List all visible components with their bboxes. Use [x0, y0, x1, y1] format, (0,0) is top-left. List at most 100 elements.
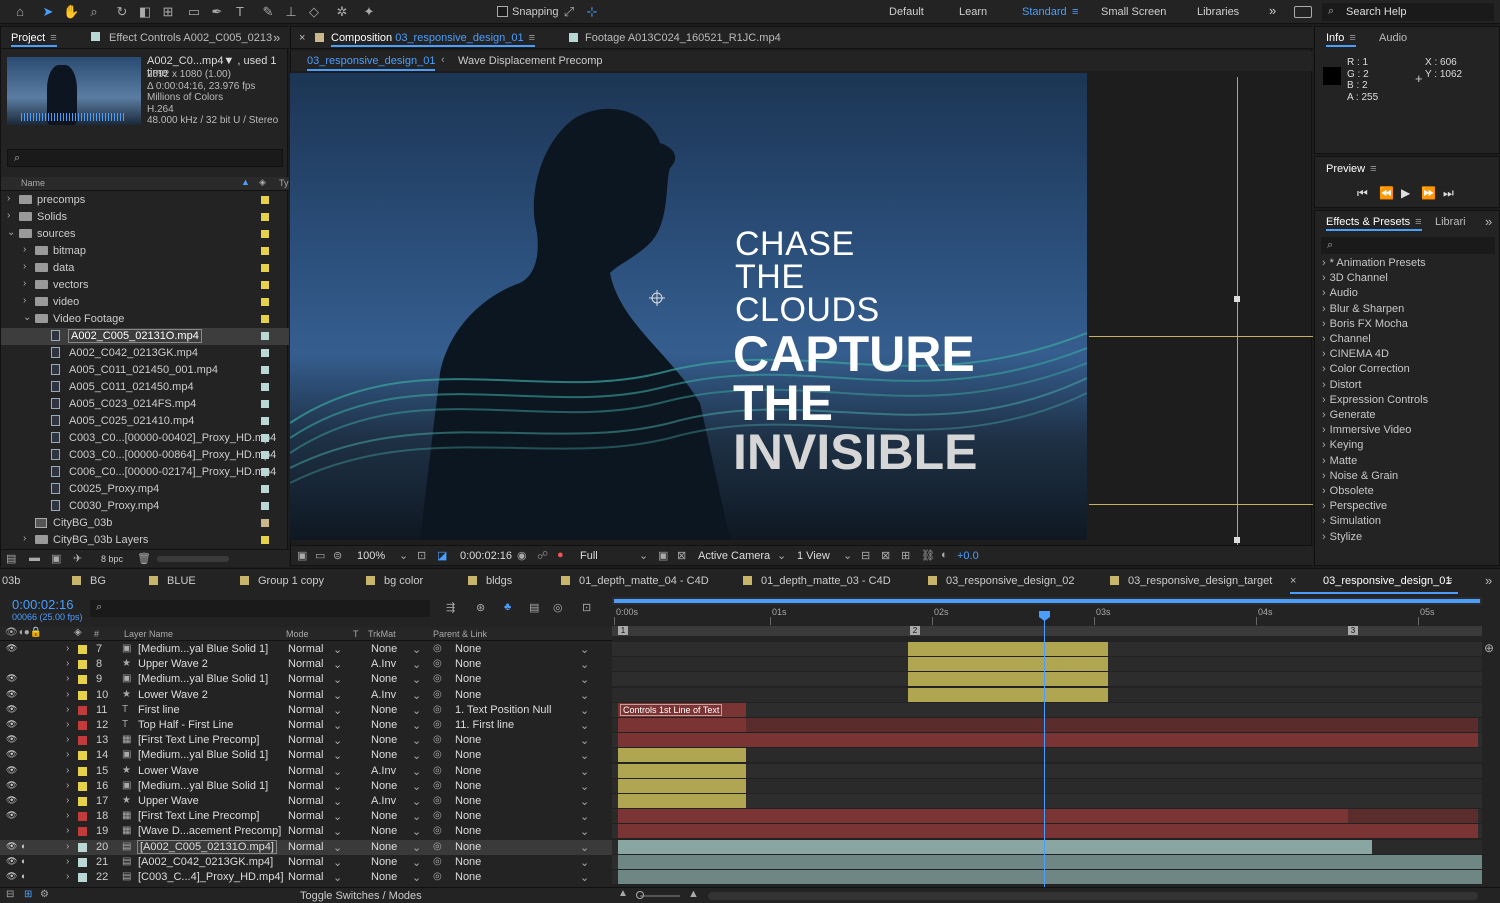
visibility-eye-icon[interactable]: 👁 — [6, 780, 17, 791]
workspace-menu-icon[interactable]: ≡ — [1072, 6, 1078, 18]
layer-duration-bar[interactable] — [908, 687, 1108, 702]
chevron-down-icon[interactable]: ⌄ — [580, 689, 589, 702]
chevron-down-icon[interactable]: ⌄ — [333, 780, 342, 793]
panel-menu-icon[interactable]: ≡ — [1446, 575, 1452, 587]
panel-overflow-icon[interactable]: » — [1485, 214, 1492, 229]
label-color-swatch[interactable] — [78, 645, 87, 654]
zoom-dropdown[interactable]: 100% — [357, 550, 385, 562]
chevron-down-icon[interactable]: ⌄ — [333, 749, 342, 762]
pick-whip-icon[interactable]: ◎ — [433, 825, 442, 836]
label-tag-icon[interactable]: ◈ — [259, 177, 266, 188]
project-search-input[interactable]: ⌕ — [7, 149, 283, 167]
visibility-eye-icon[interactable]: 👁 — [6, 704, 17, 715]
camera-dropdown[interactable]: Active Camera — [698, 550, 770, 562]
previous-frame-icon[interactable]: ⏪ — [1379, 186, 1394, 200]
layer-row[interactable]: › 8 ★ Upper Wave 2 Normal ⌄ A.Inv ⌄ ◎ None ⌄ — [0, 657, 612, 672]
blend-mode-dropdown[interactable]: Normal — [288, 795, 323, 807]
expand-arrow-icon[interactable]: ⌄ — [23, 312, 31, 323]
transform-handle[interactable] — [1234, 296, 1240, 302]
chevron-down-icon[interactable]: ⌄ — [412, 795, 421, 808]
effect-category[interactable]: › Matte — [1322, 455, 1357, 467]
motion-blur-icon[interactable]: ◎ — [553, 601, 563, 614]
timeline-tab[interactable]: 03_responsive_design_02 — [928, 575, 1074, 587]
work-area-range[interactable] — [614, 599, 1480, 603]
track-matte-dropdown[interactable]: None — [371, 643, 397, 655]
blend-mode-dropdown[interactable]: Normal — [288, 643, 323, 655]
chevron-down-icon[interactable]: ⌄ — [412, 658, 421, 671]
panel-overflow-icon[interactable]: » — [273, 30, 280, 45]
visibility-eye-icon[interactable]: 👁 — [6, 734, 17, 745]
visibility-eye-icon[interactable]: 👁 — [6, 673, 17, 684]
label-color-swatch[interactable] — [78, 797, 87, 806]
roto-brush-tool-icon[interactable]: ✲ — [334, 4, 350, 20]
effect-category[interactable]: › Blur & Sharpen — [1322, 303, 1404, 315]
label-color-swatch[interactable] — [78, 660, 87, 670]
visibility-eye-icon[interactable]: 👁 — [6, 871, 17, 882]
layer-duration-bar[interactable] — [618, 794, 746, 808]
project-item[interactable]: A002_C042_0213GK.mp4 — [1, 345, 289, 362]
layer-name[interactable]: [Medium...yal Blue Solid 1] — [138, 673, 268, 685]
expand-arrow-icon[interactable]: › — [66, 689, 69, 700]
comp-marker[interactable]: 1 — [618, 626, 628, 635]
effect-category[interactable]: › Noise & Grain — [1322, 470, 1398, 482]
layer-row[interactable]: 👁 › 17 ★ Upper Wave Normal ⌄ A.Inv ⌄ ◎ None ⌄ — [0, 794, 612, 809]
project-item[interactable]: › precomps — [1, 192, 289, 209]
audio-speaker-icon[interactable]: ◖ — [20, 871, 25, 881]
chevron-down-icon[interactable]: ⌄ — [580, 643, 589, 656]
blend-mode-dropdown[interactable]: Normal — [288, 689, 323, 701]
layer-name-header[interactable]: Layer Name — [124, 629, 173, 639]
project-item[interactable]: A005_C023_0214FS.mp4 — [1, 396, 289, 413]
expand-icon[interactable]: ⊞ — [24, 889, 32, 900]
layer-name[interactable]: [First Text Line Precomp] — [138, 810, 259, 822]
label-color-swatch[interactable] — [78, 857, 87, 867]
visibility-eye-icon[interactable]: 👁 — [6, 765, 17, 776]
exposure-value[interactable]: +0.0 — [957, 550, 979, 562]
snapshot-icon[interactable]: ◉ — [517, 549, 527, 562]
chevron-down-icon[interactable]: ⌄ — [580, 734, 589, 747]
last-frame-icon[interactable]: ⏭ — [1443, 186, 1454, 201]
channel-icon[interactable]: ● — [557, 549, 564, 561]
track-matte-dropdown[interactable]: None — [371, 825, 397, 837]
frame-blending-icon[interactable]: ▤ — [529, 601, 539, 614]
track-matte-dropdown[interactable]: None — [371, 749, 397, 761]
comp-marker[interactable]: 3 — [1348, 626, 1358, 635]
layer-row[interactable]: 👁 ◖ › 22 ▤ [C003_C...4]_Proxy_HD.mp4] Normal ⌄ N… — [0, 870, 612, 885]
label-color-swatch[interactable] — [261, 332, 269, 340]
layer-duration-bar[interactable] — [746, 733, 1478, 748]
label-color-swatch[interactable] — [78, 842, 87, 852]
project-item[interactable]: C0030_Proxy.mp4 — [1, 498, 289, 515]
timeline-tab[interactable]: 03_responsive_design_01 — [1323, 575, 1451, 587]
audio-speaker-icon[interactable]: ◖ — [20, 841, 25, 851]
tab-project[interactable]: Project ≡ — [11, 32, 57, 47]
label-color-swatch[interactable] — [78, 827, 87, 837]
chevron-down-icon[interactable]: ⌄ — [333, 734, 342, 747]
effect-category[interactable]: › Boris FX Mocha — [1322, 318, 1408, 330]
layer-name[interactable]: First line — [138, 704, 180, 716]
close-tab-icon[interactable]: × — [1290, 575, 1296, 587]
blend-mode-dropdown[interactable]: Normal — [288, 810, 323, 822]
chevron-down-icon[interactable]: ⌄ — [333, 841, 342, 854]
layer-duration-bar[interactable] — [618, 778, 746, 793]
chevron-down-icon[interactable]: ⌄ — [580, 780, 589, 793]
label-color-swatch[interactable] — [78, 721, 87, 730]
always-preview-icon[interactable]: ▣ — [297, 549, 307, 562]
label-color-swatch[interactable] — [261, 247, 269, 255]
rotate-tool-icon[interactable]: ↻ — [114, 4, 130, 20]
panel-menu-icon[interactable]: ≡ — [1415, 216, 1421, 228]
pick-whip-icon[interactable]: ◎ — [433, 871, 442, 882]
layer-duration-bar[interactable] — [618, 763, 746, 778]
effect-category[interactable]: › Audio — [1322, 287, 1358, 299]
draft-3d-icon[interactable]: ⊛ — [476, 601, 485, 614]
work-area-bar[interactable] — [612, 597, 1482, 605]
workspace-small-screen[interactable]: Small Screen — [1101, 6, 1166, 18]
tab-audio[interactable]: Audio — [1379, 32, 1407, 44]
effect-category[interactable]: › Perspective — [1322, 500, 1387, 512]
timecode-display[interactable]: 0:00:02:16 — [460, 550, 512, 562]
close-tab-icon[interactable]: × — [299, 32, 305, 44]
snapping-checkbox[interactable] — [497, 6, 508, 17]
track-matte-dropdown[interactable]: None — [371, 780, 397, 792]
visibility-eye-icon[interactable]: 👁 — [6, 643, 17, 654]
type-tool-icon[interactable]: T — [232, 4, 248, 20]
chevron-down-icon[interactable]: ⌄ — [333, 689, 342, 702]
view-layout-dropdown[interactable]: 1 View — [797, 550, 830, 562]
